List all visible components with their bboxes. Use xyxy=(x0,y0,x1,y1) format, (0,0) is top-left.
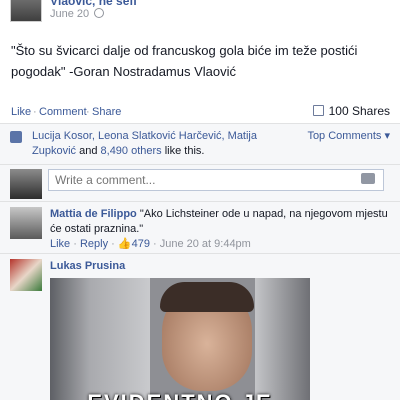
comment-photo[interactable]: EVIDENTNO JE xyxy=(50,278,310,400)
separator: · xyxy=(33,106,37,118)
post-actions: Like · Comment · Share 100 Shares xyxy=(0,101,400,123)
photo-caption: EVIDENTNO JE xyxy=(50,390,310,400)
comment-link[interactable]: Comment xyxy=(39,106,87,118)
likes-summary: Lucija Kosor, Leona Slatković Harčević, … xyxy=(10,129,390,161)
comment-time[interactable]: June 20 at 9:44pm xyxy=(160,238,251,250)
photo-background xyxy=(50,278,150,400)
post-date[interactable]: June 20 xyxy=(50,8,89,20)
comment-item: Mattia de Filippo "Ako Lichsteiner ode u… xyxy=(0,204,400,254)
likes-sentence: Lucija Kosor, Leona Slatković Harčević, … xyxy=(32,129,302,159)
comment-like-link[interactable]: Like xyxy=(50,238,70,250)
commenter-name[interactable]: Mattia de Filippo xyxy=(50,208,137,220)
like-thumb-icon xyxy=(10,131,22,143)
comment-body: Mattia de Filippo "Ako Lichsteiner ode u… xyxy=(50,207,395,252)
share-icon xyxy=(312,105,324,116)
comment-meta: Like · Reply · 👍479 · June 20 at 9:44pm xyxy=(50,238,251,250)
comment-input[interactable] xyxy=(48,169,384,191)
comment-like-count[interactable]: 👍479 xyxy=(118,238,150,250)
globe-icon xyxy=(94,8,104,18)
likers-others[interactable]: 8,490 others xyxy=(101,145,162,157)
like-link[interactable]: Like xyxy=(11,106,31,118)
camera-icon[interactable] xyxy=(361,173,375,184)
comment-like-count-value: 479 xyxy=(131,238,150,250)
share-link[interactable]: Share xyxy=(92,106,121,118)
likes-and: and xyxy=(79,145,98,157)
commenter-avatar[interactable] xyxy=(10,207,42,239)
shares-label: 100 Shares xyxy=(328,104,390,118)
post-header: Vlaović, ne šefi June 20 xyxy=(0,0,400,28)
commenter-avatar[interactable] xyxy=(10,259,42,291)
comments-section: Lucija Kosor, Leona Slatković Harčević, … xyxy=(0,123,400,400)
comment-reply-link[interactable]: Reply xyxy=(80,238,108,250)
post-author[interactable]: Vlaović, ne šefi xyxy=(50,0,137,8)
post-text: "Što su švicarci dalje od francuskog gol… xyxy=(11,43,358,79)
author-avatar[interactable] xyxy=(10,0,42,22)
shares-count[interactable]: 100 Shares xyxy=(312,104,390,118)
comment-composer xyxy=(0,164,400,202)
separator: · xyxy=(86,106,90,118)
commenter-name[interactable]: Lukas Prusina xyxy=(50,260,125,272)
photo-background xyxy=(255,278,310,400)
comment-body: Lukas Prusina xyxy=(50,259,395,274)
likes-suffix: like this. xyxy=(164,145,205,157)
viewer-avatar xyxy=(10,169,42,199)
photo-hair xyxy=(160,282,254,312)
top-comments-dropdown[interactable]: Top Comments ▾ xyxy=(307,129,390,144)
